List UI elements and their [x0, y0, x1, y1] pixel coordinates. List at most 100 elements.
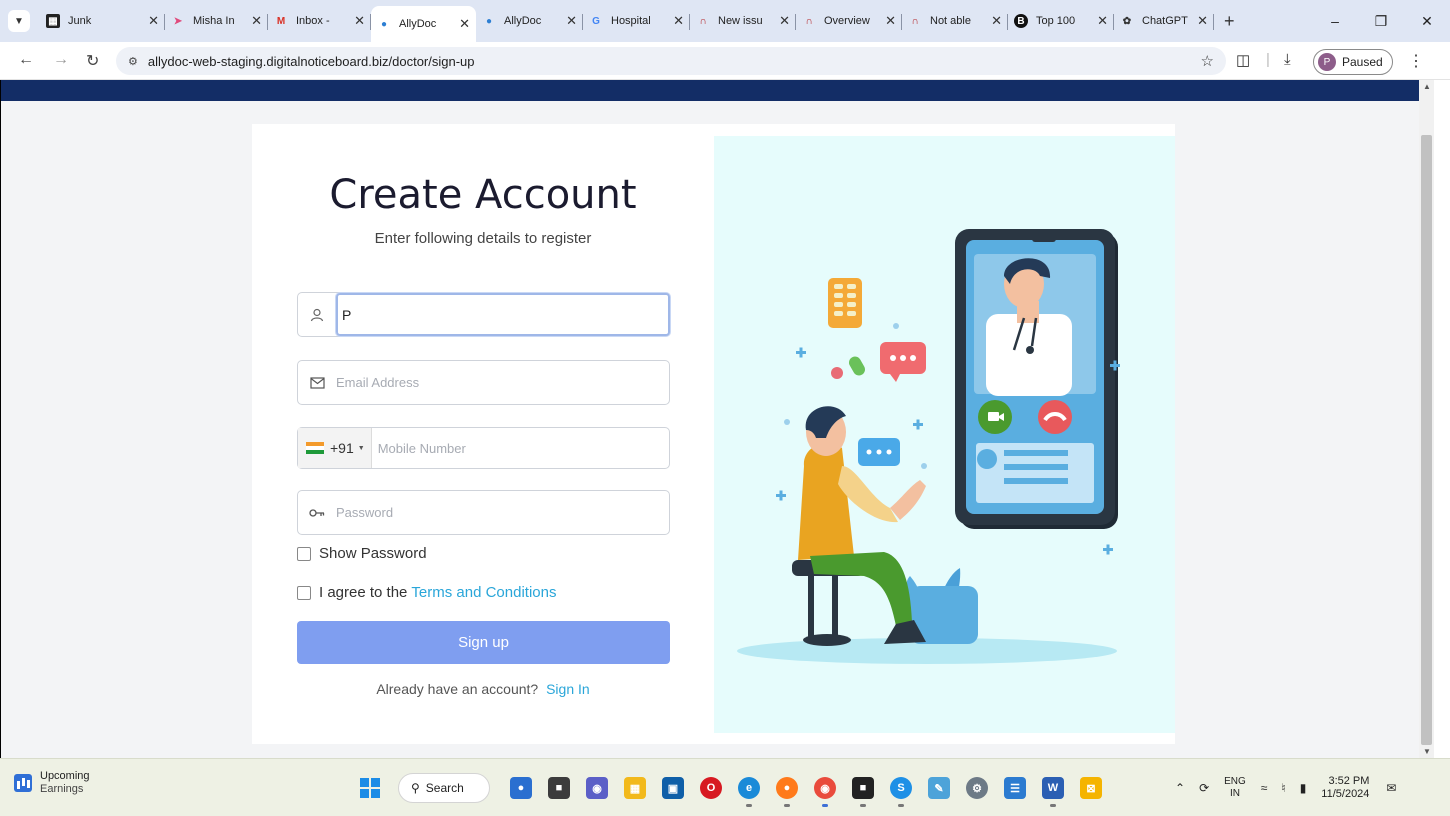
scroll-up-icon[interactable]: ▲	[1423, 82, 1431, 91]
close-icon[interactable]: ✕	[148, 13, 159, 29]
weather-widget[interactable]: Upcoming Earnings	[14, 770, 90, 796]
google-icon: G	[592, 15, 600, 27]
close-icon[interactable]: ✕	[885, 13, 896, 29]
telemedicine-illustration	[737, 229, 1120, 664]
tab-top-100[interactable]: B Top 100 ✕	[1008, 6, 1114, 36]
skype-icon[interactable]: S	[890, 777, 912, 807]
show-password-checkbox[interactable]	[297, 546, 311, 561]
opera-icon[interactable]: O	[700, 777, 722, 799]
close-icon[interactable]: ✕	[673, 13, 684, 29]
terms-prefix: I agree to the	[319, 584, 408, 601]
powerautomate-icon[interactable]: ⊠	[1080, 777, 1102, 799]
terms-checkbox[interactable]	[297, 585, 311, 600]
close-icon[interactable]: ✕	[459, 16, 470, 32]
chrome-icon[interactable]: ◉	[814, 777, 836, 807]
tab-search-chevron-icon[interactable]: ▼	[8, 10, 30, 32]
tab-allydoc-active[interactable]: ● AllyDoc ✕	[371, 6, 476, 42]
redmine-icon: ∩	[805, 15, 813, 27]
reload-icon[interactable]: ↻	[86, 51, 99, 71]
edge-icon[interactable]: e	[738, 777, 760, 807]
scroll-thumb[interactable]	[1421, 135, 1432, 745]
tab-not-able[interactable]: ∩ Not able ✕	[902, 6, 1008, 36]
close-icon[interactable]: ✕	[1097, 13, 1108, 29]
menu-kebab-icon[interactable]: ⋮	[1408, 51, 1424, 71]
tab-inbox[interactable]: M Inbox - ✕	[268, 6, 371, 36]
name-input[interactable]	[342, 295, 668, 334]
signup-button[interactable]: Sign up	[297, 621, 670, 664]
already-text: Already have an account?	[376, 681, 539, 697]
widget-title: Upcoming	[40, 770, 90, 782]
task-view-icon[interactable]: ■	[548, 777, 570, 799]
copilot-icon[interactable]: ●	[510, 777, 532, 799]
close-icon[interactable]: ✕	[1197, 13, 1208, 29]
mobile-input[interactable]	[371, 428, 669, 468]
close-icon[interactable]: ✕	[251, 13, 262, 29]
chevron-up-icon[interactable]: ⌃	[1175, 781, 1185, 795]
tab-label: Not able	[930, 15, 971, 27]
firefox-icon[interactable]: ●	[776, 777, 798, 807]
terms-row: I agree to the Terms and Conditions	[297, 584, 556, 601]
allydoc-icon: ●	[380, 18, 388, 30]
notification-bell-icon[interactable]: ✉	[1386, 781, 1396, 795]
store-icon[interactable]: ▣	[662, 777, 684, 799]
settings-gear-icon[interactable]: ⚙	[966, 777, 988, 799]
redmine-icon: ∩	[911, 15, 919, 27]
chatgpt-icon: ✿	[1122, 15, 1132, 27]
restore-icon[interactable]: ❐	[1358, 13, 1404, 30]
close-icon[interactable]: ✕	[991, 13, 1002, 29]
battery-icon[interactable]: ▮	[1300, 781, 1307, 795]
notepad-icon[interactable]: ☰	[1004, 777, 1026, 799]
url-text[interactable]: allydoc-web-staging.digitalnoticeboard.b…	[148, 54, 475, 69]
b-icon: B	[1014, 14, 1028, 28]
taskbar-apps: ⚲ Search ● ■ ◉ ▦ ▣ O e ● ◉ ■ S ✎ ⚙ ☰ W ⊠	[360, 769, 1110, 807]
signin-link[interactable]: Sign In	[546, 681, 590, 697]
file-explorer-icon[interactable]: ▦	[624, 777, 646, 799]
tab-overview[interactable]: ∩ Overview ✕	[796, 6, 902, 36]
tab-junk[interactable]: ▦ Junk ✕	[40, 6, 165, 36]
country-code: +91	[330, 440, 354, 456]
clock[interactable]: 3:52 PM 11/5/2024	[1321, 775, 1369, 801]
language-indicator[interactable]: ENG IN	[1224, 776, 1246, 800]
download-icon[interactable]: ⤓	[1284, 51, 1291, 68]
new-tab-plus-icon[interactable]: +	[1224, 11, 1235, 32]
windows-start-icon[interactable]	[360, 778, 380, 798]
forward-arrow-icon[interactable]: →	[53, 51, 69, 69]
email-input[interactable]	[336, 361, 669, 404]
taskbar-search[interactable]: ⚲ Search	[398, 773, 490, 803]
close-icon[interactable]: ✕	[566, 13, 577, 29]
sticky-notes-icon[interactable]: ■	[852, 777, 874, 807]
paint-icon[interactable]: ✎	[928, 777, 950, 799]
minimize-icon[interactable]: –	[1312, 13, 1358, 29]
clock-time: 3:52 PM	[1328, 775, 1370, 787]
word-icon[interactable]: W	[1042, 777, 1064, 807]
caret-down-icon: ▼	[357, 444, 365, 452]
tab-chatgpt[interactable]: ✿ ChatGPT ✕	[1114, 6, 1214, 36]
close-icon[interactable]: ✕	[779, 13, 790, 29]
tab-label: New issu	[718, 15, 763, 27]
bookmark-star-icon[interactable]: ☆	[1201, 52, 1214, 70]
tab-new-issue[interactable]: ∩ New issu ✕	[690, 6, 796, 36]
volume-muted-icon[interactable]: ♮	[1281, 781, 1285, 795]
country-code-selector[interactable]: +91 ▼	[298, 428, 372, 468]
illustration-panel	[714, 136, 1175, 733]
back-arrow-icon[interactable]: ←	[18, 51, 34, 69]
widget-subtitle: Earnings	[40, 783, 84, 795]
page-scrollbar[interactable]: ▲ ▼	[1419, 80, 1434, 758]
scroll-down-icon[interactable]: ▼	[1423, 747, 1431, 756]
tab-allydoc[interactable]: ● AllyDoc ✕	[476, 6, 583, 36]
tab-misha[interactable]: ➤ Misha In ✕	[165, 6, 268, 36]
sync-icon[interactable]: ⟳	[1199, 781, 1209, 795]
tab-label: Overview	[824, 15, 870, 27]
password-input[interactable]	[336, 491, 669, 534]
close-icon[interactable]: ✕	[354, 13, 365, 29]
tab-hospital[interactable]: G Hospital ✕	[583, 6, 690, 36]
window-close-icon[interactable]: ✕	[1404, 13, 1450, 30]
extensions-puzzle-icon[interactable]: ◫	[1236, 51, 1250, 69]
url-omnibox[interactable]: ⚙ allydoc-web-staging.digitalnoticeboard…	[116, 47, 1226, 75]
teams-icon[interactable]: ◉	[586, 777, 608, 799]
stocks-chart-icon	[14, 774, 32, 792]
terms-link[interactable]: Terms and Conditions	[411, 584, 556, 601]
site-settings-icon[interactable]: ⚙	[128, 55, 138, 68]
profile-button[interactable]: P Paused	[1313, 49, 1393, 75]
wifi-icon[interactable]: ≈	[1261, 781, 1268, 795]
